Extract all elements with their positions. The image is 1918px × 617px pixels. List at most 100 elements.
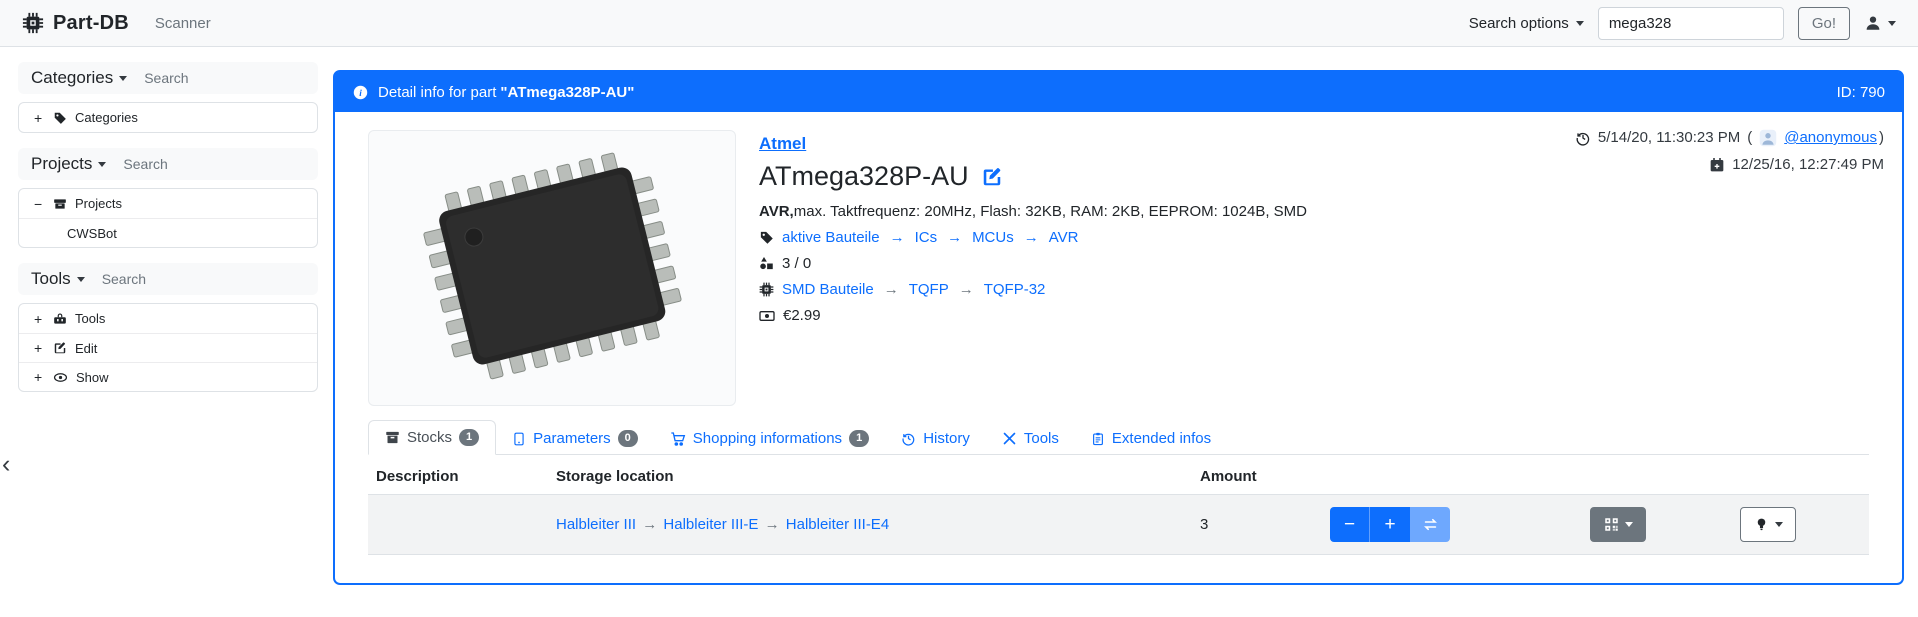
arrow-separator: → [888,229,907,246]
tab-shopping-informations[interactable]: Shopping informations 1 [654,422,885,455]
table-header-row: Description Storage location Amount [368,464,1869,495]
tab-label: History [923,430,970,447]
tree-item-edit[interactable]: + Edit [19,333,317,362]
part-image[interactable] [368,130,736,406]
part-card-body: Atmel ATmega328P-AU AVR,max. Taktfrequen… [335,112,1902,583]
brand-label: Part-DB [53,12,129,35]
brand[interactable]: Part-DB [22,12,129,35]
caret-down-icon [77,277,85,282]
caret-down-icon [1625,522,1633,527]
category-link[interactable]: AVR [1049,229,1079,246]
caret-down-icon [1576,21,1584,26]
caret-down-icon [98,162,106,167]
caret-down-icon [1775,522,1783,527]
label-dropdown-button[interactable] [1590,507,1646,542]
chip-photo [387,143,717,393]
part-price: €2.99 [783,307,821,324]
increase-amount-button[interactable]: + [1370,507,1410,542]
col-actions [1322,464,1582,495]
category-link[interactable]: ICs [915,229,938,246]
tab-label: Extended infos [1112,430,1211,447]
tree-expand-toggle[interactable]: + [34,110,45,126]
tree-item-show[interactable]: + Show [19,362,317,391]
part-info: Atmel ATmega328P-AU AVR,max. Taktfrequen… [759,134,1307,324]
part-title: ATmega328P-AU [759,161,1307,192]
edit-part-button[interactable] [981,166,1003,188]
tree-collapse-toggle[interactable]: − [34,196,45,212]
tab-badge: 0 [618,430,638,447]
modified-date: 5/14/20, 11:30:23 PM [1598,129,1740,146]
tree-item-label: Show [76,370,109,385]
part-alert-header: i Detail info for part "ATmega328P-AU" I… [335,72,1902,112]
move-stock-button[interactable] [1410,507,1450,542]
navbar-right: Search options Go! [1469,7,1896,40]
footprint-link[interactable]: SMD Bauteile [782,281,874,298]
categories-header: Categories [18,62,318,94]
tab-stocks[interactable]: Stocks 1 [368,420,496,455]
search-go-button[interactable]: Go! [1798,7,1850,40]
projects-title: Projects [31,154,92,174]
sidebar-collapse-toggle[interactable]: ‹ [2,452,10,477]
timestamps: 5/14/20, 11:30:23 PM ( @anonymous ) 12/2… [1575,124,1884,178]
tree-expand-toggle[interactable]: + [34,311,45,327]
lightbulb-icon [1754,517,1769,532]
tools-search-input[interactable] [102,271,252,287]
tree-expand-toggle[interactable]: + [34,369,45,385]
scanner-link[interactable]: Scanner [155,15,211,32]
stock-amount: 3 [1192,495,1322,555]
tab-tools[interactable]: Tools [986,422,1075,455]
created-row: 12/25/16, 12:27:49 PM [1575,151,1884,178]
search-options-dropdown[interactable]: Search options [1469,15,1584,32]
tab-badge: 1 [459,429,479,446]
tag-icon [759,230,774,245]
paren-open: ( [1747,129,1752,146]
tab-extended-infos[interactable]: Extended infos [1075,422,1227,455]
categories-dropdown[interactable]: Categories [31,68,127,88]
projects-dropdown[interactable]: Projects [31,154,106,174]
tree-item-projects[interactable]: − Projects [19,189,317,218]
archive-icon [53,197,67,211]
sidebar: Categories + Categories Projects − [18,62,318,585]
stock-misc-cell [1732,495,1869,555]
tab-history[interactable]: History [885,422,986,455]
info-icon: i [352,84,369,101]
storage-link[interactable]: Halbleiter III-E [663,516,758,533]
amount-summary: 3 / 0 [782,255,811,272]
tree-item-label: CWSBot [67,226,117,241]
category-link[interactable]: aktive Bauteile [782,229,880,246]
tab-label: Parameters [533,430,611,447]
part-detail-card: i Detail info for part "ATmega328P-AU" I… [333,70,1904,585]
tools-tree: + Tools + Edit + Show [18,303,318,392]
projects-tree: − Projects CWSBot [18,188,318,248]
arrow-separator: → [957,281,976,298]
categories-search-input[interactable] [144,70,294,86]
user-link[interactable]: @anonymous [1784,129,1877,146]
stock-row: Halbleiter III → Halbleiter III-E → Halb… [368,495,1869,555]
amount-row: 3 / 0 [759,255,1307,272]
tree-expand-toggle[interactable]: + [34,340,45,356]
history-icon [1575,130,1591,146]
stock-actions: − + [1322,495,1582,555]
decrease-amount-button[interactable]: − [1330,507,1370,542]
category-link[interactable]: MCUs [972,229,1014,246]
tree-item-categories[interactable]: + Categories [19,103,317,132]
tab-parameters[interactable]: Parameters 0 [496,422,654,455]
tools-dropdown[interactable]: Tools [31,269,85,289]
lamp-dropdown-button[interactable] [1740,507,1796,542]
global-search-input[interactable] [1598,7,1784,40]
microchip-icon [759,282,774,297]
projects-search-input[interactable] [123,156,273,172]
history-icon [901,431,916,446]
tag-icon [53,111,67,125]
user-menu-dropdown[interactable] [1864,14,1896,32]
storage-link[interactable]: Halbleiter III-E4 [786,516,889,533]
tree-item-cwsbot[interactable]: CWSBot [19,218,317,247]
footprint-link[interactable]: TQFP [909,281,949,298]
footprint-row: SMD Bauteile → TQFP → TQFP-32 [759,281,1307,298]
manufacturer-link[interactable]: Atmel [759,134,806,154]
storage-link[interactable]: Halbleiter III [556,516,636,533]
stock-description [368,495,548,555]
tree-item-tools[interactable]: + Tools [19,304,317,333]
footprint-link[interactable]: TQFP-32 [984,281,1046,298]
tools-icon [1002,431,1017,446]
